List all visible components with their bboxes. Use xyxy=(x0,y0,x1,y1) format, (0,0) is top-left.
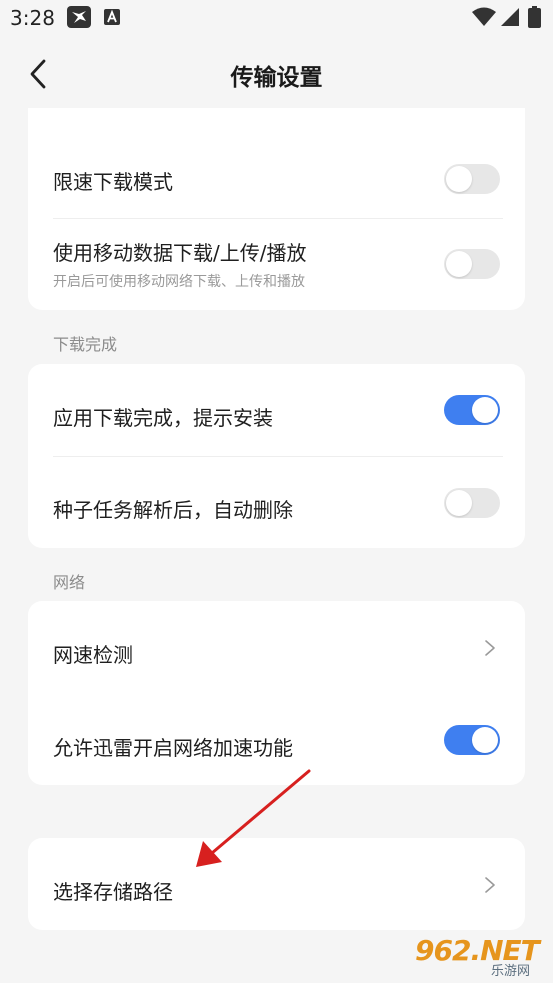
row-label: 应用下载完成，提示安装 xyxy=(53,406,273,430)
section-header-network: 网络 xyxy=(53,573,86,592)
mobile-data-row[interactable]: 使用移动数据下载/上传/播放 开启后可使用移动网络下载、上传和播放 xyxy=(28,219,525,310)
row-label: 选择存储路径 xyxy=(53,880,173,904)
row-label: 允许迅雷开启网络加速功能 xyxy=(53,736,293,760)
row-label: 限速下载模式 xyxy=(53,170,173,194)
signal-icon xyxy=(501,8,519,26)
battery-icon xyxy=(528,6,541,28)
install-prompt-toggle[interactable] xyxy=(444,395,500,425)
chevron-right-icon[interactable] xyxy=(483,875,497,895)
storage-path-row[interactable]: 选择存储路径 xyxy=(28,838,525,930)
wifi-icon xyxy=(472,7,496,26)
nav-bar: 传输设置 xyxy=(0,38,553,108)
page-title: 传输设置 xyxy=(230,65,323,91)
network-acceleration-toggle[interactable] xyxy=(444,725,500,755)
bird-notification-icon xyxy=(67,6,91,28)
network-acceleration-row[interactable]: 允许迅雷开启网络加速功能 xyxy=(28,694,525,785)
torrent-delete-toggle[interactable] xyxy=(444,488,500,518)
toggle-knob xyxy=(446,166,472,192)
toggle-knob xyxy=(446,490,472,516)
torrent-delete-row[interactable]: 种子任务解析后，自动删除 xyxy=(28,457,525,548)
section-header-download-complete: 下载完成 xyxy=(53,335,118,354)
watermark-logo: 962.NET 乐游网 xyxy=(415,934,549,982)
speed-limit-toggle[interactable] xyxy=(444,164,500,194)
settings-card-download-complete: 应用下载完成，提示安装 种子任务解析后，自动删除 xyxy=(28,364,525,548)
toggle-knob xyxy=(472,397,498,423)
speed-limit-row[interactable]: 限速下载模式 xyxy=(28,146,525,202)
chevron-right-icon[interactable] xyxy=(483,638,497,658)
watermark-sub-text: 乐游网 xyxy=(491,964,531,979)
row-label: 种子任务解析后，自动删除 xyxy=(53,498,293,522)
settings-card-speed: 限速下载模式 使用移动数据下载/上传/播放 开启后可使用移动网络下载、上传和播放 xyxy=(28,108,525,310)
row-label: 使用移动数据下载/上传/播放 xyxy=(53,241,307,265)
settings-card-network: 网速检测 允许迅雷开启网络加速功能 xyxy=(28,601,525,785)
status-bar: 3:28 xyxy=(0,0,553,38)
install-prompt-row[interactable]: 应用下载完成，提示安装 xyxy=(28,364,525,456)
toggle-knob xyxy=(472,727,498,753)
toggle-knob xyxy=(446,251,472,277)
status-time: 3:28 xyxy=(10,6,55,30)
row-label: 网速检测 xyxy=(53,643,133,667)
settings-card-storage: 选择存储路径 xyxy=(28,838,525,930)
speed-test-row[interactable]: 网速检测 xyxy=(28,601,525,693)
a-notification-icon xyxy=(104,9,120,25)
row-subtitle: 开启后可使用移动网络下载、上传和播放 xyxy=(53,274,305,290)
mobile-data-toggle[interactable] xyxy=(444,249,500,279)
